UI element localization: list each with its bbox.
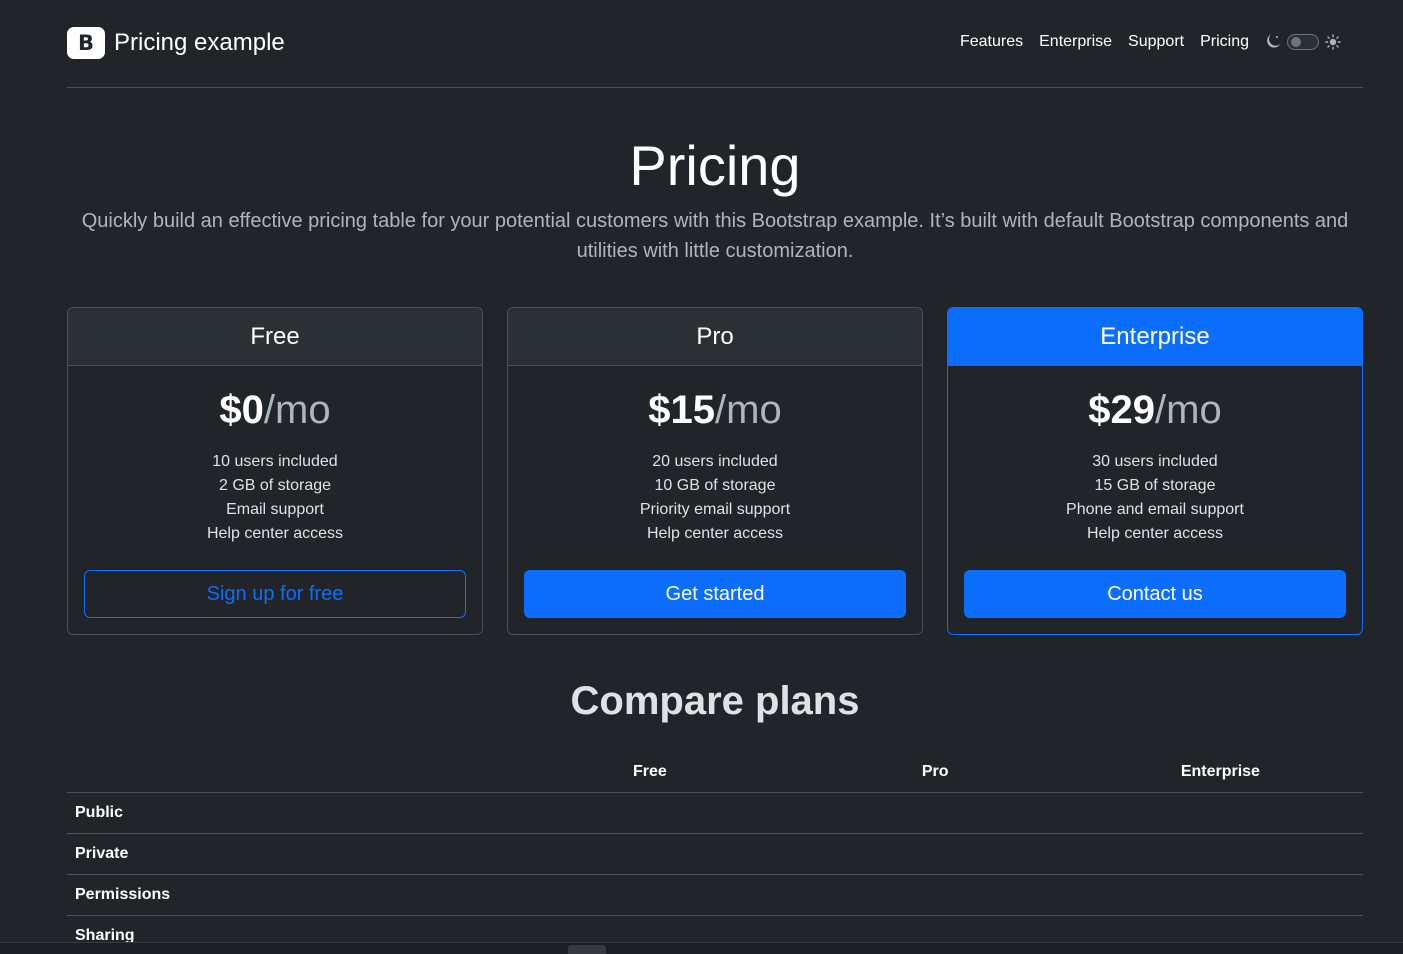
site-header: B Pricing example Features Enterprise Su…: [67, 0, 1363, 88]
plan-features: 30 users included 15 GB of storage Phone…: [964, 450, 1346, 546]
nav-link-enterprise[interactable]: Enterprise: [1039, 33, 1112, 51]
page-container: B Pricing example Features Enterprise Su…: [67, 0, 1363, 954]
get-started-button[interactable]: Get started: [524, 570, 906, 619]
table-header-pro: Pro: [792, 752, 1078, 793]
table-cell: [792, 792, 1078, 834]
feature-item: 2 GB of storage: [218, 477, 332, 495]
feature-item: 15 GB of storage: [1094, 477, 1216, 495]
pricing-cards: Free $0/mo 10 users included 2 GB of sto…: [67, 307, 1363, 636]
browser-bottom-bar: [0, 942, 1403, 954]
plan-name: Enterprise: [948, 308, 1362, 367]
plan-body: $15/mo 20 users included 10 GB of storag…: [508, 366, 922, 634]
table-cell: [1077, 874, 1363, 916]
theme-switch[interactable]: [1287, 33, 1319, 50]
price-amount: $0: [219, 388, 264, 433]
feature-item: 10 GB of storage: [654, 477, 776, 495]
row-label: Public: [67, 792, 508, 834]
sign-up-button[interactable]: Sign up for free: [84, 570, 466, 619]
pricing-hero: Pricing Quickly build an effective prici…: [67, 88, 1363, 266]
price-period: /mo: [1155, 388, 1222, 433]
price-amount: $15: [648, 388, 716, 433]
table-header-free: Free: [507, 752, 793, 793]
page-lead: Quickly build an effective pricing table…: [81, 210, 1349, 263]
plan-card-pro: Pro $15/mo 20 users included 10 GB of st…: [507, 307, 923, 636]
scroll-tab[interactable]: [568, 945, 606, 954]
row-label: Permissions: [67, 874, 508, 916]
contact-us-button[interactable]: Contact us: [964, 570, 1346, 619]
table-cell: [792, 833, 1078, 875]
feature-item: Help center access: [206, 525, 344, 543]
brand[interactable]: B Pricing example: [67, 26, 285, 59]
sun-icon: [1325, 33, 1341, 50]
plan-features: 10 users included 2 GB of storage Email …: [84, 450, 466, 546]
nav-link-pricing[interactable]: Pricing: [1200, 33, 1249, 51]
price-period: /mo: [715, 388, 782, 433]
plan-body: $29/mo 30 users included 15 GB of storag…: [948, 366, 1362, 634]
table-cell: [507, 792, 793, 834]
feature-item: Phone and email support: [1066, 501, 1244, 519]
price-amount: $29: [1088, 388, 1156, 433]
plan-card-enterprise: Enterprise $29/mo 30 users included 15 G…: [947, 307, 1363, 636]
moon-icon: [1265, 33, 1281, 50]
table-row: Permissions: [67, 874, 1363, 916]
page-title: Pricing: [629, 134, 801, 197]
compare-title: Compare plans: [570, 679, 860, 724]
compare-table: Free Pro Enterprise Public Private Permi…: [67, 752, 1363, 954]
table-cell: [1077, 833, 1363, 875]
table-cell: [507, 833, 793, 875]
nav-link-features[interactable]: Features: [960, 33, 1023, 51]
feature-item: Priority email support: [639, 501, 791, 519]
plan-name: Free: [68, 308, 482, 367]
theme-toggle[interactable]: [1265, 33, 1341, 50]
row-label: Private: [67, 833, 508, 875]
plan-body: $0/mo 10 users included 2 GB of storage …: [68, 366, 482, 634]
plan-price: $29/mo: [964, 386, 1346, 434]
table-header-empty: [67, 752, 508, 793]
table-cell: [1077, 792, 1363, 834]
nav-link-support[interactable]: Support: [1128, 33, 1184, 51]
table-header-enterprise: Enterprise: [1077, 752, 1363, 793]
main-nav: Features Enterprise Support Pricing: [960, 33, 1341, 51]
table-row: Public: [67, 792, 1363, 834]
brand-title: Pricing example: [114, 28, 285, 56]
table-row: Private: [67, 833, 1363, 875]
feature-item: Help center access: [1086, 525, 1224, 543]
feature-item: 30 users included: [1092, 453, 1218, 471]
table-cell: [507, 874, 793, 916]
table-header-row: Free Pro Enterprise: [67, 752, 1363, 793]
bootstrap-logo-icon: B: [67, 26, 105, 59]
plan-name: Pro: [508, 308, 922, 367]
feature-item: Email support: [226, 501, 324, 519]
table-cell: [792, 874, 1078, 916]
feature-item: 10 users included: [212, 453, 338, 471]
plan-features: 20 users included 10 GB of storage Prior…: [524, 450, 906, 546]
plan-card-free: Free $0/mo 10 users included 2 GB of sto…: [67, 307, 483, 636]
plan-price: $15/mo: [524, 386, 906, 434]
plan-price: $0/mo: [84, 386, 466, 434]
feature-item: 20 users included: [652, 453, 778, 471]
feature-item: Help center access: [646, 525, 784, 543]
price-period: /mo: [263, 388, 331, 433]
